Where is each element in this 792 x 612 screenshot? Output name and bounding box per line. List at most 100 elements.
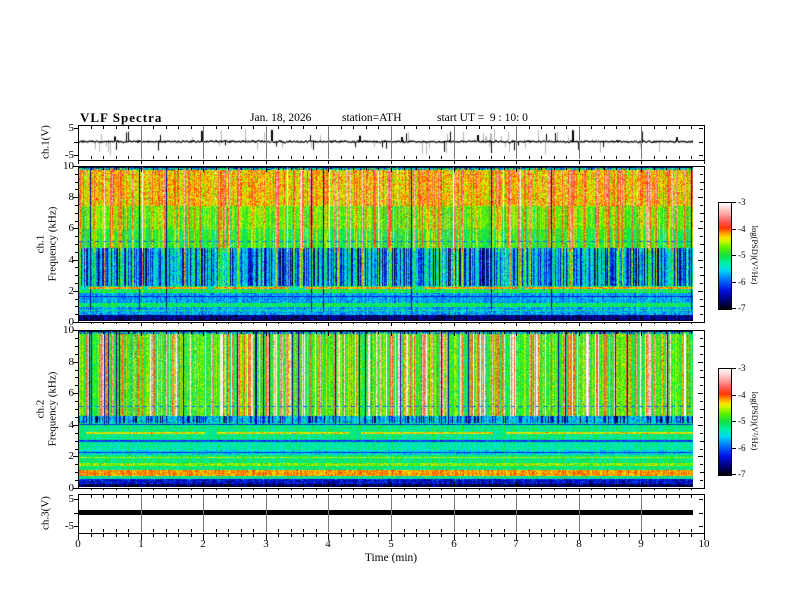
tick-mark <box>141 482 142 487</box>
tick-mark <box>700 354 703 355</box>
tick-mark <box>566 126 567 129</box>
tick-mark <box>666 167 667 170</box>
tick-mark <box>316 529 317 532</box>
tick-mark <box>700 464 703 465</box>
tick-mark <box>654 126 655 129</box>
tick-mark <box>516 482 517 487</box>
tick-mark <box>404 484 405 487</box>
tick-mark <box>128 529 129 532</box>
tick-mark <box>291 529 292 532</box>
tick-mark <box>416 529 417 532</box>
tick-mark <box>75 299 78 300</box>
figure-title: VLF Spectra <box>80 110 163 125</box>
tick-mark <box>541 331 542 334</box>
tick-mark <box>353 156 354 159</box>
tick-mark <box>216 167 217 170</box>
tick-mark <box>504 331 505 334</box>
tick-mark <box>700 385 703 386</box>
tick-mark <box>103 318 104 321</box>
tick-mark <box>91 529 92 532</box>
tick-mark <box>641 161 642 164</box>
tick-mark <box>353 167 354 170</box>
tick-mark <box>404 488 405 490</box>
ch1-voltage-axis-label: ch.1(V) <box>39 125 52 159</box>
tick-mark <box>303 126 304 129</box>
tick-mark <box>378 331 379 334</box>
colorbar-ch2-gradient <box>718 368 732 476</box>
tick-mark <box>216 529 217 532</box>
tick-mark <box>74 526 78 527</box>
tick-mark <box>491 156 492 159</box>
tick-mark <box>241 488 242 490</box>
tick-mark <box>700 409 704 410</box>
tick-mark <box>153 484 154 487</box>
tick-mark <box>228 488 229 490</box>
tick-mark <box>679 495 680 498</box>
tick-mark <box>253 156 254 159</box>
tick-mark <box>700 417 703 418</box>
tick-mark <box>554 488 555 490</box>
tick-mark <box>466 495 467 498</box>
tick-mark <box>698 291 703 292</box>
tick-mark <box>241 322 242 324</box>
tick-mark <box>504 488 505 490</box>
tick-mark <box>554 167 555 170</box>
tick-mark <box>654 167 655 170</box>
tick-mark <box>303 156 304 159</box>
tick-mark <box>91 495 92 498</box>
tick-mark <box>629 156 630 159</box>
tick-label: 2 <box>200 538 206 550</box>
tick-mark <box>541 488 542 490</box>
tick-mark <box>641 488 642 492</box>
tick-mark <box>75 314 78 315</box>
tick-mark <box>153 529 154 532</box>
tick-mark <box>328 167 329 172</box>
tick-mark <box>128 322 129 324</box>
tick-mark <box>378 156 379 159</box>
tick-mark <box>75 267 78 268</box>
tick-mark <box>291 167 292 170</box>
tick-mark <box>554 126 555 129</box>
tick-mark <box>404 126 405 129</box>
tick-mark <box>604 331 605 334</box>
tick-mark <box>153 488 154 490</box>
tick-label: 0 <box>68 482 75 494</box>
tick-mark <box>731 202 736 203</box>
tick-mark <box>203 495 204 532</box>
tick-mark <box>416 167 417 170</box>
tick-mark <box>698 488 703 489</box>
tick-mark <box>178 126 179 129</box>
tick-mark <box>75 433 78 434</box>
tick-mark <box>74 128 78 129</box>
tick-mark <box>74 499 78 500</box>
tick-mark <box>103 534 104 537</box>
tick-mark <box>266 482 267 487</box>
tick-mark <box>253 488 254 490</box>
tick-mark <box>491 484 492 487</box>
tick-mark <box>616 156 617 159</box>
tick-mark <box>203 488 204 492</box>
tick-mark <box>391 331 392 336</box>
tick-mark <box>479 126 480 129</box>
tick-mark <box>241 318 242 321</box>
tick-mark <box>75 338 78 339</box>
tick-label: 1 <box>138 538 144 550</box>
tick-mark <box>328 488 329 492</box>
tick-mark <box>441 126 442 129</box>
tick-mark <box>316 167 317 170</box>
tick-mark <box>266 167 267 172</box>
tick-mark <box>591 484 592 487</box>
tick-mark <box>341 156 342 159</box>
tick-label: 6 <box>68 222 75 234</box>
tick-mark <box>128 126 129 129</box>
tick-mark <box>591 167 592 170</box>
tick-mark <box>700 370 703 371</box>
tick-mark <box>679 529 680 532</box>
tick-mark <box>504 495 505 498</box>
tick-mark <box>404 156 405 159</box>
tick-mark <box>666 156 667 159</box>
tick-mark <box>391 322 392 326</box>
tick-mark <box>228 167 229 170</box>
tick-mark <box>316 126 317 129</box>
tick-mark <box>504 167 505 170</box>
